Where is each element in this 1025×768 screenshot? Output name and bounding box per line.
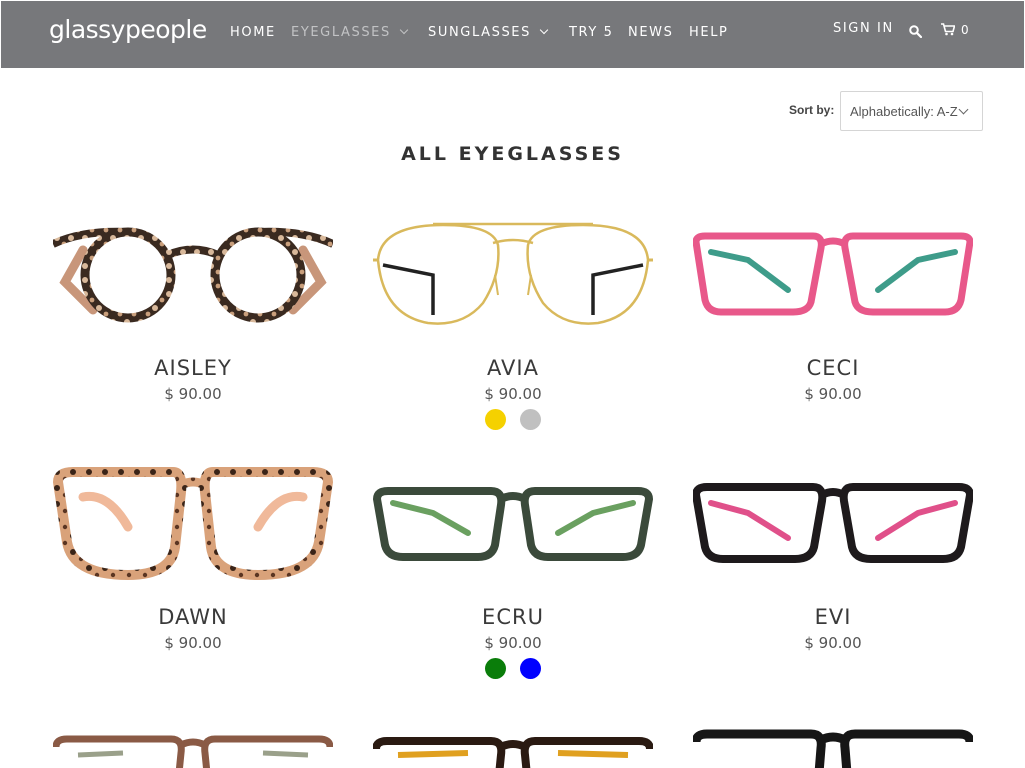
nav-eyeglasses[interactable]: EYEGLASSES: [291, 23, 409, 43]
nav-sunglasses-label: SUNGLASSES: [428, 25, 531, 40]
product-card[interactable]: EVI $ 90.00: [683, 455, 983, 695]
nav-try5-label: TRY 5: [569, 25, 614, 40]
chevron-down-icon: [958, 104, 969, 115]
cart-count: 0: [961, 22, 969, 37]
nav-eyeglasses-label: EYEGLASSES: [291, 25, 391, 40]
sort-select[interactable]: Alphabetically: A-Z: [840, 91, 983, 131]
product-image[interactable]: [693, 483, 973, 568]
swatch-yellow[interactable]: [485, 409, 507, 430]
sort-label: Sort by:: [789, 103, 835, 117]
product-card[interactable]: AVIA $ 90.00: [363, 205, 663, 445]
page-title: ALL EYEGLASSES: [401, 143, 624, 165]
product-price: $ 90.00: [164, 385, 222, 403]
site-header: glassypeople HOME EYEGLASSES SUNGLASSES …: [1, 1, 1024, 68]
nav-home-label: HOME: [230, 25, 276, 40]
nav-news-label: NEWS: [628, 25, 674, 40]
product-image[interactable]: [53, 733, 333, 768]
product-card[interactable]: ECRU $ 90.00: [363, 455, 663, 695]
product-name[interactable]: DAWN: [43, 605, 343, 629]
product-price: $ 90.00: [484, 385, 542, 403]
nav-help[interactable]: HELP: [689, 23, 728, 43]
cart-button[interactable]: 0: [941, 22, 969, 40]
swatch-green[interactable]: [485, 658, 507, 679]
product-price: $ 90.00: [804, 385, 862, 403]
chevron-down-icon: [539, 25, 549, 35]
product-image[interactable]: [373, 215, 653, 335]
nav-news[interactable]: NEWS: [628, 23, 673, 43]
product-card[interactable]: AISLEY $ 90.00: [43, 205, 343, 445]
swatch-silver[interactable]: [519, 409, 541, 430]
product-card[interactable]: CECI $ 90.00: [683, 205, 983, 445]
sort-selected-value: Alphabetically: A-Z: [850, 104, 958, 119]
product-card[interactable]: DAWN $ 90.00: [43, 455, 343, 695]
chevron-down-icon: [399, 25, 409, 35]
product-name[interactable]: AVIA: [363, 356, 663, 380]
product-name[interactable]: EVI: [683, 605, 983, 629]
product-image[interactable]: [373, 485, 653, 565]
color-swatches: [363, 409, 663, 434]
swatch-blue[interactable]: [519, 658, 541, 679]
product-image[interactable]: [693, 230, 973, 320]
color-swatches: [363, 658, 663, 683]
product-price: $ 90.00: [164, 634, 222, 652]
product-image[interactable]: [693, 728, 973, 768]
nav-home[interactable]: HOME: [230, 23, 276, 43]
product-name[interactable]: AISLEY: [43, 356, 343, 380]
nav-try5[interactable]: TRY 5: [569, 23, 614, 43]
product-image[interactable]: [53, 467, 333, 582]
product-image[interactable]: [373, 735, 653, 768]
search-icon[interactable]: [909, 25, 922, 38]
product-price: $ 90.00: [484, 634, 542, 652]
logo[interactable]: glassypeople: [49, 12, 207, 52]
product-image[interactable]: [53, 220, 333, 330]
product-name[interactable]: CECI: [683, 356, 983, 380]
product-price: $ 90.00: [804, 634, 862, 652]
sign-in-link[interactable]: SIGN IN: [833, 21, 894, 43]
nav-sunglasses[interactable]: SUNGLASSES: [428, 23, 549, 43]
nav-help-label: HELP: [689, 25, 729, 40]
cart-icon: [941, 23, 956, 36]
product-name[interactable]: ECRU: [363, 605, 663, 629]
